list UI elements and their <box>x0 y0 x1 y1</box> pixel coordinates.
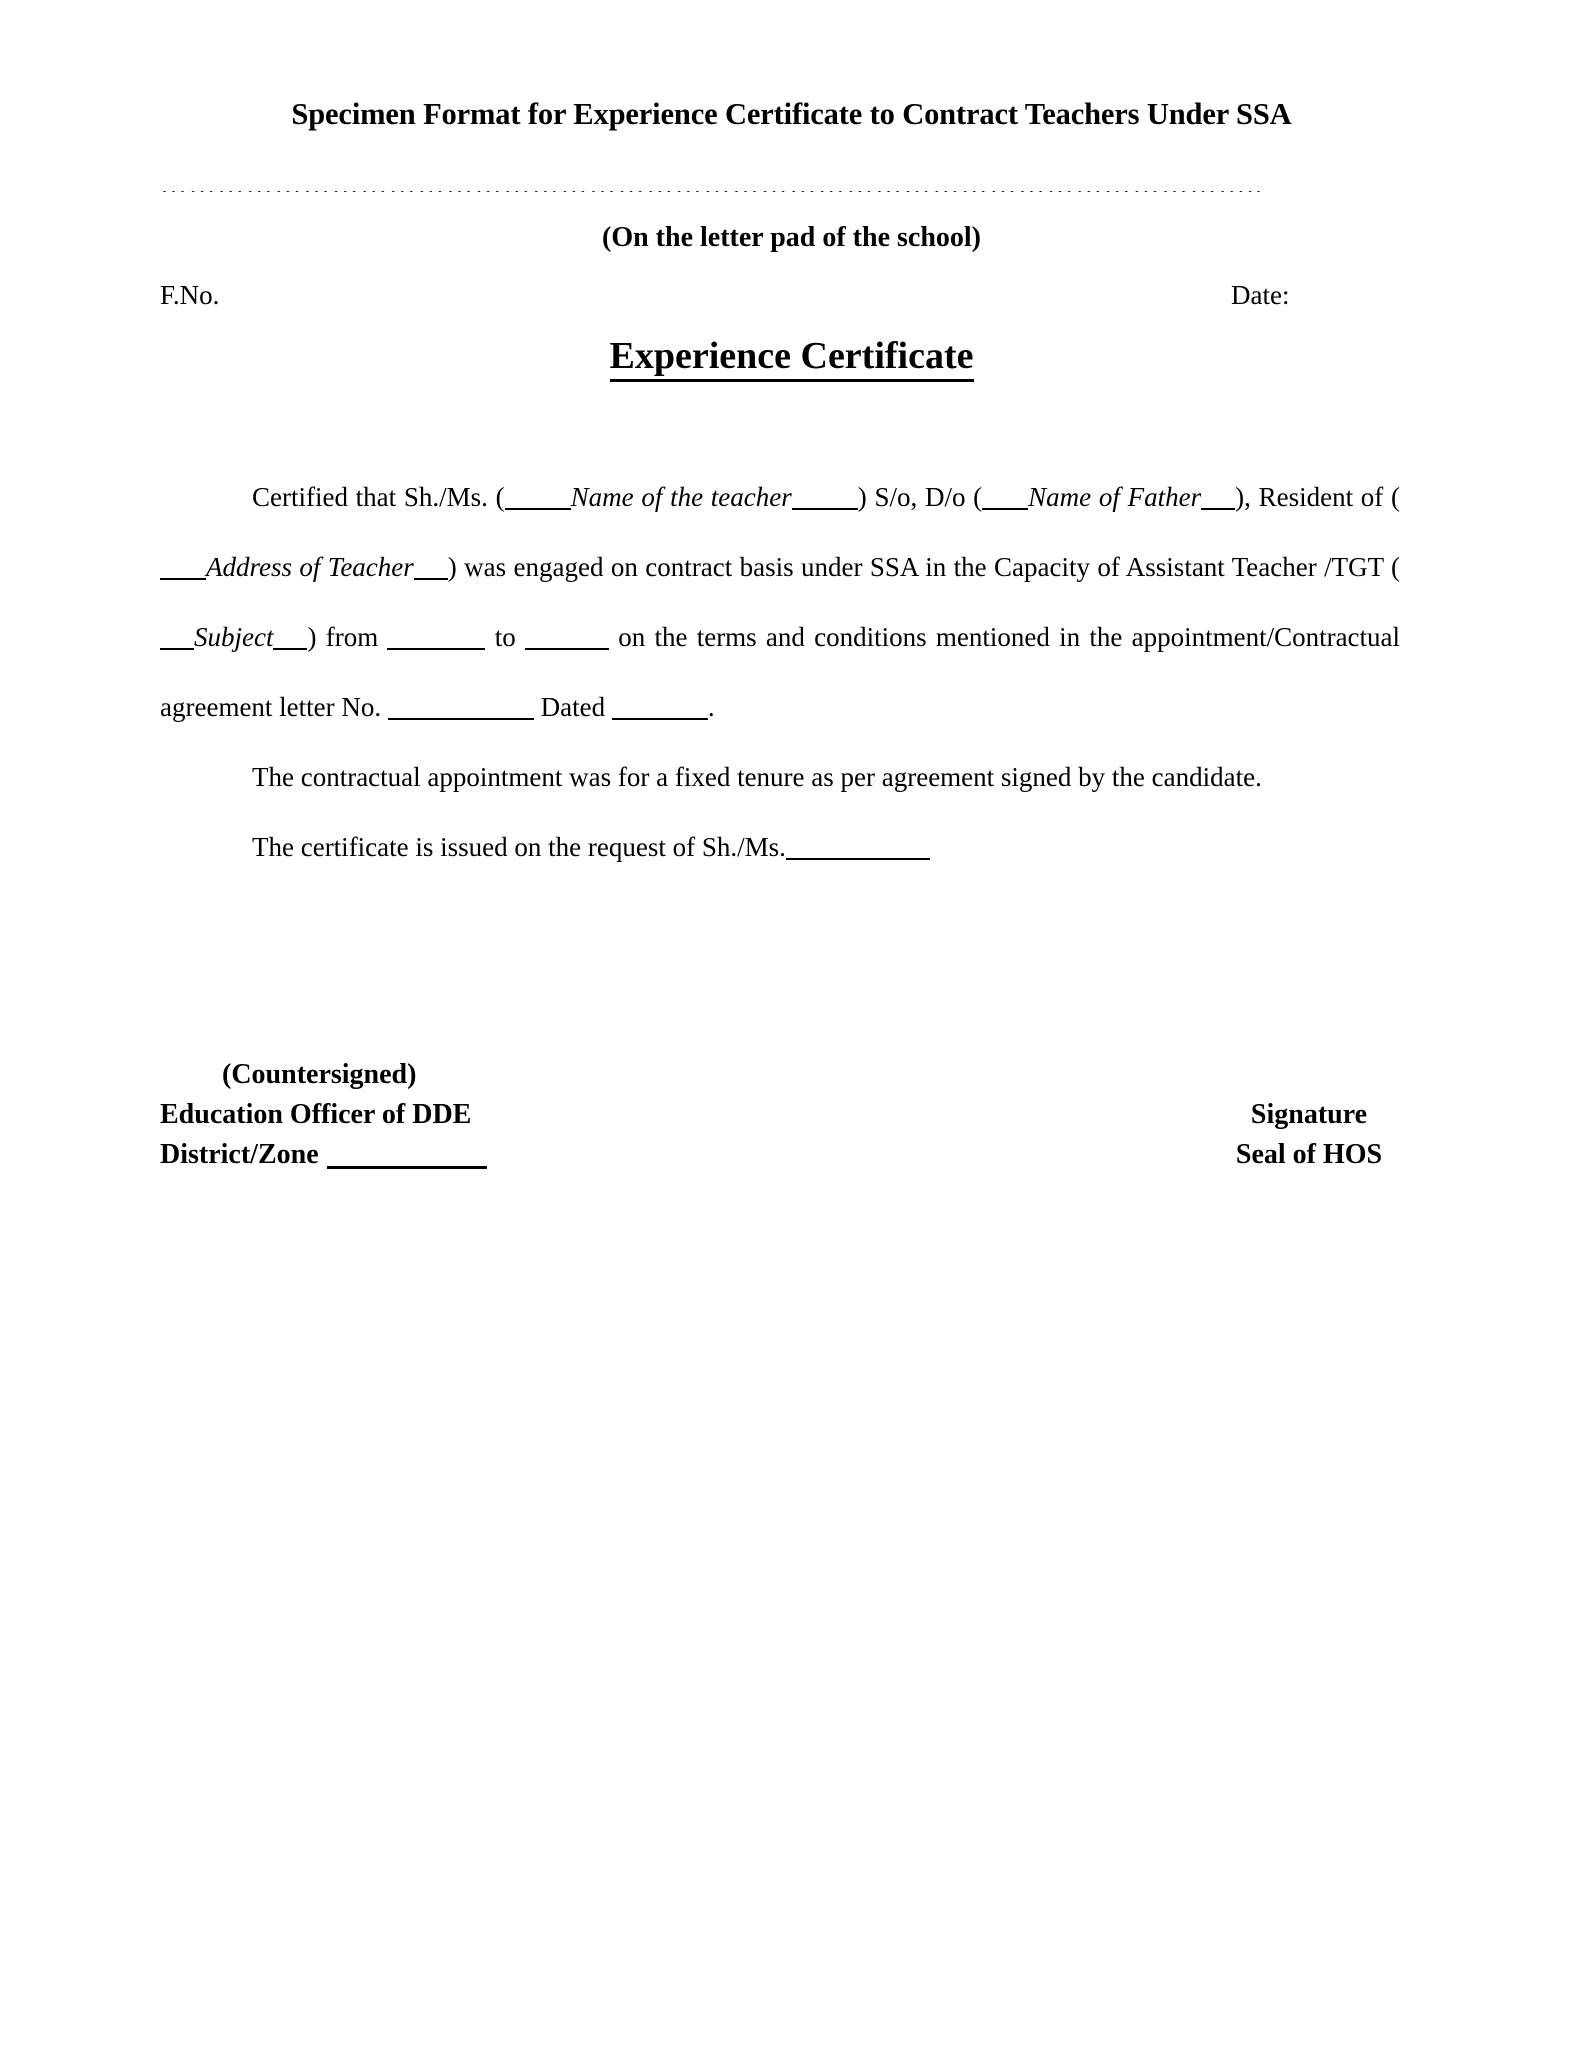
dotted-separator-rule: …………………………………………………………………………………………………….. <box>160 172 1264 192</box>
district-zone-row: District/Zone <box>160 1135 487 1175</box>
certificate-body: Certified that Sh./Ms. ( Name of the teac… <box>160 462 1400 882</box>
date-label: Date: <box>1231 280 1290 310</box>
file-number-label: F.No. <box>160 280 220 310</box>
countersign-block: (Countersigned) Education Officer of DDE… <box>160 1055 487 1175</box>
blank-request-name <box>785 858 930 860</box>
placeholder-subject: Subject <box>194 622 274 652</box>
para1-seg10: . <box>707 692 715 722</box>
blank-father-left <box>982 508 1029 510</box>
signature-block: Signature Seal of HOS <box>1209 1095 1409 1175</box>
blank-address-right <box>413 578 448 580</box>
page-title: Specimen Format for Experience Certifica… <box>291 97 1292 131</box>
signature-label: Signature <box>1250 1099 1368 1130</box>
placeholder-address-of-teacher: Address of Teacher <box>206 552 414 582</box>
para1-seg6: ) from <box>307 622 379 652</box>
body-paragraph-request: The certificate is issued on the request… <box>160 812 1400 882</box>
seal-of-hos-label: Seal of HOS <box>1235 1139 1383 1170</box>
certificate-heading-text: Experience Certificate <box>609 335 974 382</box>
para1-seg9: Dated <box>540 692 606 722</box>
para1-seg1: Certified that Sh./Ms. ( <box>252 482 505 512</box>
placeholder-name-of-father: Name of Father <box>1028 482 1202 512</box>
blank-from-date <box>387 648 486 650</box>
para1-seg3: ), <box>1235 482 1251 512</box>
document-page: Specimen Format for Experience Certifica… <box>0 0 1583 2048</box>
para3-text: The certificate is issued on the request… <box>252 832 786 862</box>
body-paragraph-tenure: The contractual appointment was for a fi… <box>252 762 1262 792</box>
blank-subject-left <box>160 648 194 650</box>
para1-seg4: Resident of ( <box>1258 482 1400 512</box>
blank-to-date <box>524 648 609 650</box>
district-zone-label: District/Zone <box>160 1139 319 1170</box>
blank-district-zone <box>326 1166 487 1169</box>
body-paragraph-main: Certified that Sh./Ms. ( Name of the teac… <box>160 462 1400 742</box>
para1-seg5: ) was engaged on contract basis under SS… <box>447 552 1401 582</box>
education-officer-label: Education Officer of DDE <box>160 1099 472 1130</box>
blank-name-teacher-right <box>791 508 858 510</box>
para1-seg7: to <box>494 622 516 652</box>
blank-letter-number <box>387 718 534 720</box>
blank-father-right <box>1201 508 1236 510</box>
placeholder-name-of-teacher: Name of the teacher <box>570 482 792 512</box>
letterpad-note: (On the letter pad of the school) <box>602 222 981 253</box>
countersigned-label: (Countersigned) <box>222 1059 417 1090</box>
blank-subject-right <box>273 648 308 650</box>
blank-address-left <box>160 578 206 580</box>
blank-name-teacher-left <box>504 508 571 510</box>
blank-letter-date <box>611 718 708 720</box>
para1-seg2: ) S/o, D/o ( <box>857 482 983 512</box>
certificate-heading: Experience Certificate <box>0 334 1583 382</box>
